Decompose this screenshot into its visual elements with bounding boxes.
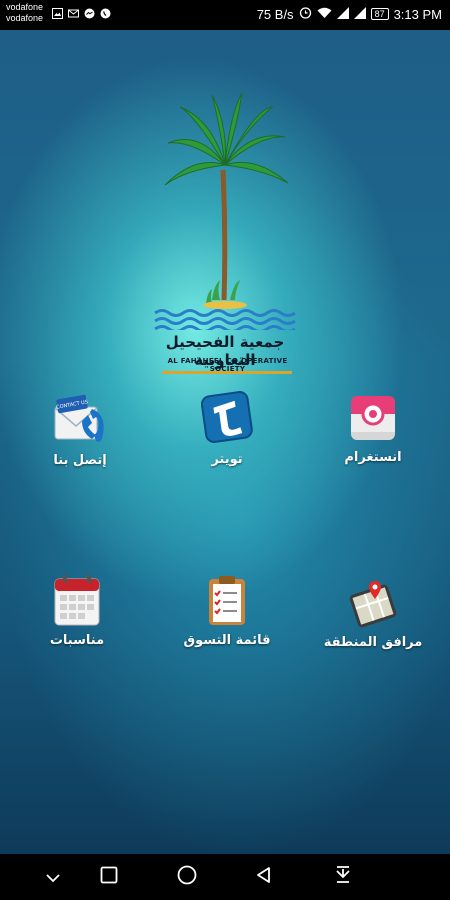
alarm-icon [299, 6, 312, 22]
clock: 3:13 PM [393, 6, 442, 22]
collapse-button[interactable] [40, 864, 66, 890]
square-icon [100, 866, 118, 888]
occasions-label: مناسبات [49, 633, 105, 648]
instagram-tile[interactable]: انستغرام [313, 390, 433, 465]
contact-us-tile[interactable]: CONTACT US إتصل بنا [20, 393, 140, 468]
carrier-line-1: vodafone [6, 2, 44, 12]
circle-icon [177, 865, 197, 889]
status-right: 75 B/s 87 3:13 PM [257, 6, 442, 22]
image-notification-icon [52, 8, 63, 19]
map-pin-icon [345, 575, 401, 631]
twitter-tile[interactable]: تويتر [167, 388, 287, 467]
home-screen: vodafone vodafone 75 B/s 87 3:13 PM جمعي… [0, 0, 450, 900]
shopping-list-label: قائمة التسوق [183, 633, 271, 648]
mail-notification-icon [68, 8, 79, 19]
twitter-icon [197, 388, 257, 448]
logo-underline [162, 371, 292, 374]
twitter-label: تويتر [211, 452, 243, 467]
notification-pull-button[interactable] [330, 864, 356, 890]
signal-icon [336, 6, 349, 22]
contact-us-icon: CONTACT US [52, 393, 108, 449]
net-speed: 75 B/s [256, 6, 294, 22]
occasions-tile[interactable]: مناسبات [17, 573, 137, 648]
shopping-list-tile[interactable]: قائمة التسوق [167, 573, 287, 648]
back-button[interactable] [251, 864, 277, 890]
recents-button[interactable] [96, 864, 122, 890]
contact-us-label: إتصل بنا [53, 453, 107, 468]
battery-icon: 87 [370, 8, 389, 20]
wifi-icon [317, 7, 332, 22]
messenger-icon [84, 8, 95, 19]
back-triangle-icon [255, 866, 273, 888]
instagram-icon [345, 390, 401, 446]
calendar-icon [49, 573, 105, 629]
shopping-list-icon [199, 573, 255, 629]
carrier-label: vodafone vodafone [6, 2, 43, 24]
notification-icons [52, 8, 111, 19]
whatsapp-icon [100, 8, 111, 19]
navigation-bar [0, 854, 450, 900]
status-bar: vodafone vodafone 75 B/s 87 3:13 PM [0, 0, 450, 30]
home-button[interactable] [174, 864, 200, 890]
signal-2-icon [353, 6, 366, 22]
carrier-line-2: vodafone [6, 13, 44, 23]
instagram-label: انستغرام [344, 450, 402, 465]
download-arrow-icon [334, 865, 352, 889]
area-facilities-tile[interactable]: مرافق المنطقة [313, 575, 433, 650]
coop-logo: جمعية الفحيحيل التعاونية AL FAHAHEEL CO.… [150, 85, 300, 380]
area-facilities-label: مرافق المنطقة [323, 635, 423, 650]
chevron-down-icon [45, 868, 61, 887]
